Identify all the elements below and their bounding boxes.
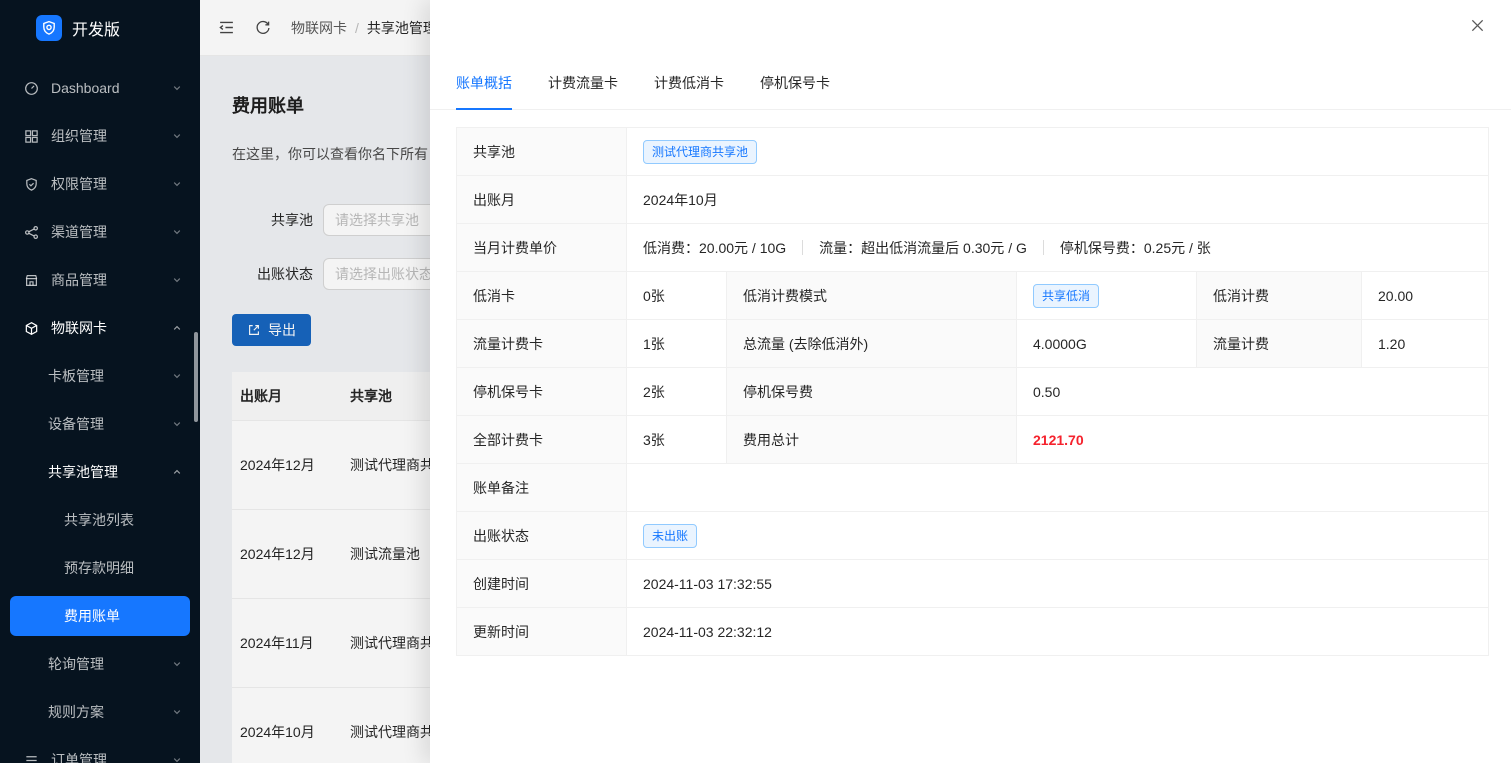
status-badge: 未出账	[643, 524, 697, 548]
tab-flow-cards[interactable]: 计费流量卡	[548, 72, 618, 109]
chevron-down-icon	[172, 707, 182, 717]
drawer-tabs: 账单概括 计费流量卡 计费低消卡 停机保号卡	[430, 72, 1511, 110]
chevron-down-icon	[172, 755, 182, 763]
sidebar-item-product[interactable]: 商品管理	[0, 256, 200, 304]
divider	[802, 240, 803, 255]
sidebar-item-card-board[interactable]: 卡板管理	[0, 352, 200, 400]
detail-row-updated: 更新时间 2024-11-03 22:32:12	[457, 608, 1488, 655]
app-root: 开发版 Dashboard 组织管理 权限管理 渠道管理	[0, 0, 1511, 763]
shield-check-icon	[24, 177, 41, 192]
detail-row-total: 全部计费卡 3张 费用总计 2121.70	[457, 416, 1488, 464]
list-icon	[24, 753, 41, 763]
sidebar-item-iot[interactable]: 物联网卡	[0, 304, 200, 352]
sidebar-item-prestore-detail[interactable]: 预存款明细	[0, 544, 200, 592]
low-cost-mode-tag: 共享低消	[1033, 284, 1099, 308]
chevron-up-icon	[172, 323, 182, 333]
chevron-down-icon	[172, 131, 182, 141]
detail-row-status: 出账状态 未出账	[457, 512, 1488, 560]
sidebar-item-device[interactable]: 设备管理	[0, 400, 200, 448]
chevron-down-icon	[172, 179, 182, 189]
sidebar-item-dashboard[interactable]: Dashboard	[0, 64, 200, 112]
sidebar-item-fee-bill[interactable]: 费用账单	[10, 596, 190, 636]
cube-icon	[24, 321, 41, 336]
sidebar-item-orders[interactable]: 订单管理	[0, 736, 200, 763]
pool-tag[interactable]: 测试代理商共享池	[643, 140, 757, 164]
sidebar-menu: Dashboard 组织管理 权限管理 渠道管理 商品管理	[0, 56, 200, 763]
sidebar-item-channel[interactable]: 渠道管理	[0, 208, 200, 256]
sidebar-item-rule-plan[interactable]: 规则方案	[0, 688, 200, 736]
chevron-down-icon	[172, 83, 182, 93]
dashboard-icon	[24, 81, 41, 96]
chevron-down-icon	[172, 275, 182, 285]
detail-row-month: 出账月 2024年10月	[457, 176, 1488, 224]
chevron-up-icon	[172, 467, 182, 477]
tab-bill-summary[interactable]: 账单概括	[456, 72, 512, 109]
chevron-down-icon	[172, 419, 182, 429]
detail-row-created: 创建时间 2024-11-03 17:32:55	[457, 560, 1488, 608]
sidebar-item-polling[interactable]: 轮询管理	[0, 640, 200, 688]
share-network-icon	[24, 225, 41, 240]
app-logo-text: 开发版	[72, 16, 120, 40]
sidebar: 开发版 Dashboard 组织管理 权限管理 渠道管理	[0, 0, 200, 763]
chevron-down-icon	[172, 659, 182, 669]
app-logo-icon	[36, 15, 62, 41]
detail-row-flow: 流量计费卡 1张 总流量 (去除低消外) 4.0000G 流量计费 1.20	[457, 320, 1488, 368]
detail-row-remark: 账单备注	[457, 464, 1488, 512]
detail-row-low-cost: 低消卡 0张 低消计费模式 共享低消 低消计费 20.00	[457, 272, 1488, 320]
tab-suspended-cards[interactable]: 停机保号卡	[760, 72, 830, 109]
chevron-down-icon	[172, 227, 182, 237]
divider	[1043, 240, 1044, 255]
detail-row-pool: 共享池 测试代理商共享池	[457, 128, 1488, 176]
close-icon[interactable]	[1466, 14, 1489, 37]
sidebar-item-permission[interactable]: 权限管理	[0, 160, 200, 208]
detail-row-unit-price: 当月计费单价 低消费：20.00元 / 10G 流量：超出低消流量后 0.30元…	[457, 224, 1488, 272]
bill-detail-drawer: 账单概括 计费流量卡 计费低消卡 停机保号卡 共享池 测试代理商共享池 出账月 …	[430, 0, 1511, 763]
sidebar-item-pool-manage[interactable]: 共享池管理	[0, 448, 200, 496]
shop-icon	[24, 273, 41, 288]
app-logo[interactable]: 开发版	[0, 0, 200, 56]
bill-detail-table: 共享池 测试代理商共享池 出账月 2024年10月 当月计费单价 低消费：20.…	[456, 127, 1489, 656]
chevron-down-icon	[172, 371, 182, 381]
detail-row-suspended: 停机保号卡 2张 停机保号费 0.50	[457, 368, 1488, 416]
total-fee-value: 2121.70	[1017, 416, 1488, 463]
sidebar-item-org[interactable]: 组织管理	[0, 112, 200, 160]
sidebar-scrollbar[interactable]	[194, 332, 198, 422]
grid-icon	[24, 129, 41, 144]
sidebar-item-pool-list[interactable]: 共享池列表	[0, 496, 200, 544]
tab-low-cost-cards[interactable]: 计费低消卡	[654, 72, 724, 109]
